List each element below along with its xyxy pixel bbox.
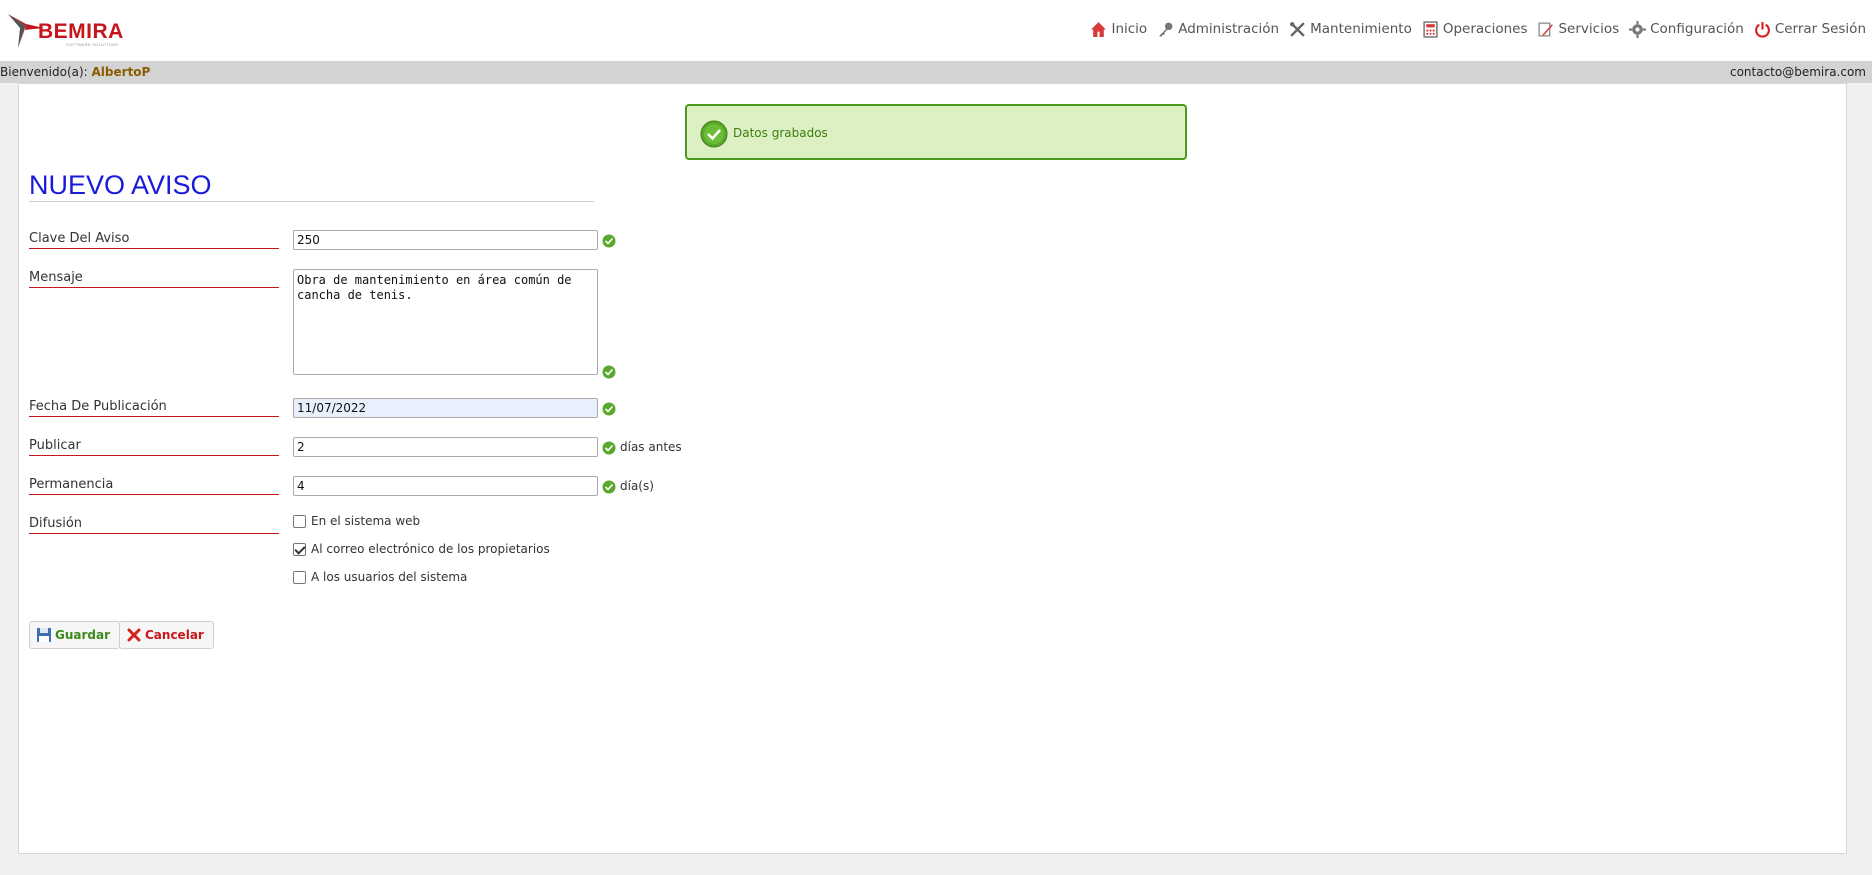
save-button[interactable]: Guardar <box>29 621 121 649</box>
valid-check-icon <box>602 234 616 248</box>
difusion-option-usuarios[interactable]: A los usuarios del sistema <box>293 570 467 584</box>
nav-cerrar-sesion[interactable]: Cerrar Sesión <box>1754 21 1866 38</box>
nav-operaciones[interactable]: Operaciones <box>1422 20 1528 38</box>
publicar-label: Publicar <box>29 437 279 456</box>
nav-label: Configuración <box>1650 21 1744 37</box>
checkbox-label: Al correo electrónico de los propietario… <box>311 542 550 556</box>
nav-mantenimiento[interactable]: Mantenimiento <box>1289 21 1412 38</box>
top-header: BEMIRA SOFTWARE SOLUTIONS Inicio Adminis… <box>0 0 1872 61</box>
difusion-label: Difusión <box>29 515 279 534</box>
permanencia-input[interactable] <box>293 476 598 496</box>
bemira-logo[interactable]: BEMIRA SOFTWARE SOLUTIONS <box>6 8 136 52</box>
clave-label: Clave Del Aviso <box>29 230 279 249</box>
main-panel: Datos grabados NUEVO AVISO Clave Del Avi… <box>18 83 1847 854</box>
success-alert: Datos grabados <box>685 104 1187 160</box>
nav-label: Operaciones <box>1442 21 1528 37</box>
contact-email[interactable]: contacto@bemira.com <box>1730 61 1866 83</box>
mensaje-label: Mensaje <box>29 269 279 288</box>
checkbox-label: En el sistema web <box>311 514 421 528</box>
nav-label: Servicios <box>1558 21 1620 37</box>
tools-icon <box>1290 21 1305 37</box>
valid-check-icon <box>602 441 616 455</box>
nav-servicios[interactable]: Servicios <box>1537 21 1619 38</box>
main-nav: Inicio Administración Mantenimiento Oper… <box>1080 18 1866 40</box>
page-title: NUEVO AVISO <box>29 170 594 202</box>
pencil-icon <box>1538 21 1554 37</box>
valid-check-icon <box>602 365 616 379</box>
valid-check-icon <box>602 402 616 416</box>
nav-inicio[interactable]: Inicio <box>1090 21 1147 38</box>
nav-label: Administración <box>1178 21 1280 37</box>
welcome-bar: Bienvenido(a): AlbertoP contacto@bemira.… <box>0 61 1872 83</box>
nav-label: Mantenimiento <box>1310 21 1412 37</box>
power-icon <box>1754 21 1770 38</box>
nav-configuracion[interactable]: Configuración <box>1629 20 1744 38</box>
checkbox-web[interactable] <box>293 514 306 528</box>
nav-label: Inicio <box>1111 21 1148 37</box>
alert-text: Datos grabados <box>733 126 828 140</box>
logo-subtext: SOFTWARE SOLUTIONS <box>66 42 119 47</box>
home-icon <box>1091 21 1107 37</box>
welcome-user: AlbertoP <box>91 65 151 79</box>
gear-icon <box>1629 20 1647 38</box>
check-circle-icon <box>700 120 728 148</box>
mensaje-textarea[interactable]: Obra de mantenimiento en área común de c… <box>293 269 598 375</box>
key-icon <box>1159 22 1173 37</box>
publicar-suffix: días antes <box>620 440 682 454</box>
nav-label: Cerrar Sesión <box>1774 21 1866 37</box>
publicar-input[interactable] <box>293 437 598 457</box>
welcome-prefix: Bienvenido(a): <box>0 65 92 79</box>
fecha-input[interactable] <box>293 398 598 418</box>
floppy-icon <box>37 628 51 642</box>
cancel-button[interactable]: Cancelar <box>119 621 214 649</box>
difusion-option-web[interactable]: En el sistema web <box>293 514 420 528</box>
save-label: Guardar <box>55 628 111 642</box>
checkbox-correo[interactable] <box>293 542 306 556</box>
checkbox-label: A los usuarios del sistema <box>311 570 468 584</box>
permanencia-suffix: día(s) <box>620 479 654 493</box>
fecha-label: Fecha De Publicación <box>29 398 279 417</box>
valid-check-icon <box>602 480 616 494</box>
checkbox-usuarios[interactable] <box>293 570 306 584</box>
nav-administracion[interactable]: Administración <box>1157 21 1279 38</box>
clave-input[interactable] <box>293 230 598 250</box>
calculator-icon <box>1423 20 1438 38</box>
permanencia-label: Permanencia <box>29 476 279 495</box>
close-icon <box>127 628 141 642</box>
difusion-option-correo[interactable]: Al correo electrónico de los propietario… <box>293 542 550 556</box>
cancel-label: Cancelar <box>145 628 204 642</box>
welcome-text: Bienvenido(a): AlbertoP <box>0 61 150 83</box>
logo-text: BEMIRA <box>38 20 124 43</box>
